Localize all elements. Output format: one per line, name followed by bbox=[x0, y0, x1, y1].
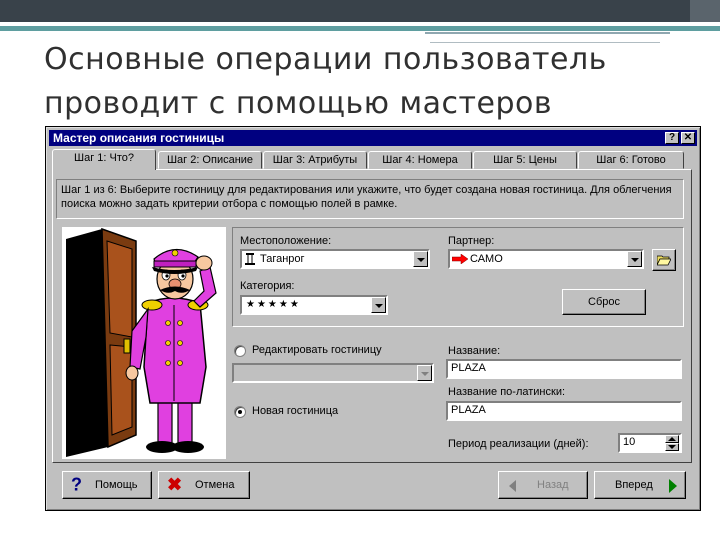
partner-label: Партнер: bbox=[448, 235, 495, 247]
help-button-label: Помощь bbox=[95, 479, 138, 491]
slide-accent-line bbox=[0, 26, 720, 31]
chevron-down-icon[interactable] bbox=[371, 297, 386, 313]
close-title-button[interactable]: ✕ bbox=[681, 132, 695, 144]
question-icon: ? bbox=[71, 474, 82, 495]
location-combo[interactable]: Таганрог bbox=[240, 249, 430, 269]
dialog-titlebar: Мастер описания гостиницы ? ✕ bbox=[49, 130, 697, 146]
edit-hotel-radio[interactable] bbox=[234, 345, 246, 357]
chevron-down-icon[interactable] bbox=[417, 365, 432, 381]
slide-top-bar-accent bbox=[690, 0, 720, 22]
tab-step-3[interactable]: Шаг 3: Атрибуты bbox=[263, 151, 367, 169]
slide-title-line-2: проводит с помощью мастеров bbox=[44, 86, 553, 121]
slide-title: Основные операции пользователь проводит с… bbox=[44, 38, 684, 126]
back-button-label: Назад bbox=[537, 479, 569, 491]
slide-title-line-1: Основные операции пользователь bbox=[44, 42, 607, 77]
tab-step-5[interactable]: Шаг 5: Цены bbox=[473, 151, 577, 169]
close-icon: ✖ bbox=[167, 474, 183, 495]
name-field[interactable]: PLAZA bbox=[446, 359, 682, 379]
slide-top-bar bbox=[0, 0, 720, 22]
category-combo[interactable]: ★★★★★ bbox=[240, 295, 388, 315]
arrow-right-icon bbox=[669, 479, 677, 493]
next-button[interactable]: Вперед bbox=[594, 471, 686, 499]
category-value: ★★★★★ bbox=[246, 299, 301, 310]
cancel-button[interactable]: ✖ Отмена bbox=[158, 471, 250, 499]
tab-step-4[interactable]: Шаг 4: Номера bbox=[368, 151, 472, 169]
spin-down-button[interactable] bbox=[665, 443, 679, 451]
arrow-left-icon bbox=[509, 480, 516, 492]
tab-step-1[interactable]: Шаг 1: Что? bbox=[52, 149, 156, 170]
chevron-down-icon[interactable] bbox=[627, 251, 642, 267]
back-button[interactable]: Назад bbox=[498, 471, 588, 499]
help-title-button[interactable]: ? bbox=[665, 132, 679, 144]
new-hotel-radio[interactable] bbox=[234, 406, 246, 418]
new-hotel-label[interactable]: Новая гостиница bbox=[252, 405, 338, 417]
column-icon bbox=[245, 253, 255, 265]
step-info-text: Шаг 1 из 6: Выберите гостиницу для редак… bbox=[56, 179, 684, 219]
next-button-label: Вперед bbox=[615, 479, 653, 491]
chevron-up-icon bbox=[668, 437, 676, 441]
folder-open-icon bbox=[657, 255, 671, 266]
chevron-down-icon bbox=[668, 445, 676, 449]
title-decoration-line bbox=[425, 32, 670, 34]
edit-hotel-label[interactable]: Редактировать гостиницу bbox=[252, 344, 382, 356]
open-partner-button[interactable] bbox=[652, 249, 676, 271]
name-label: Название: bbox=[448, 345, 501, 357]
hotel-select-combo[interactable] bbox=[232, 363, 434, 383]
location-label: Местоположение: bbox=[240, 235, 332, 247]
arrow-right-icon bbox=[452, 254, 468, 264]
dialog-title: Мастер описания гостиницы bbox=[53, 131, 225, 145]
tab-step-2[interactable]: Шаг 2: Описание bbox=[158, 151, 262, 169]
latin-name-field[interactable]: PLAZA bbox=[446, 401, 682, 421]
partner-value: САМО bbox=[470, 253, 503, 265]
latin-name-label: Название по-латински: bbox=[448, 386, 566, 398]
wizard-dialog: Мастер описания гостиницы ? ✕ Шаг 1: Что… bbox=[45, 126, 701, 511]
tab-step-6[interactable]: Шаг 6: Готово bbox=[578, 151, 684, 169]
chevron-down-icon[interactable] bbox=[413, 251, 428, 267]
reset-button-label: Сброс bbox=[588, 296, 620, 308]
partner-combo[interactable]: САМО bbox=[448, 249, 644, 269]
category-label: Категория: bbox=[240, 280, 295, 292]
reset-button[interactable]: Сброс bbox=[562, 289, 646, 315]
doorman-illustration bbox=[62, 227, 226, 459]
spin-up-button[interactable] bbox=[665, 435, 679, 443]
location-value: Таганрог bbox=[260, 253, 305, 265]
period-label: Период реализации (дней): bbox=[448, 438, 589, 450]
help-button[interactable]: ? Помощь bbox=[62, 471, 152, 499]
cancel-button-label: Отмена bbox=[195, 479, 235, 491]
